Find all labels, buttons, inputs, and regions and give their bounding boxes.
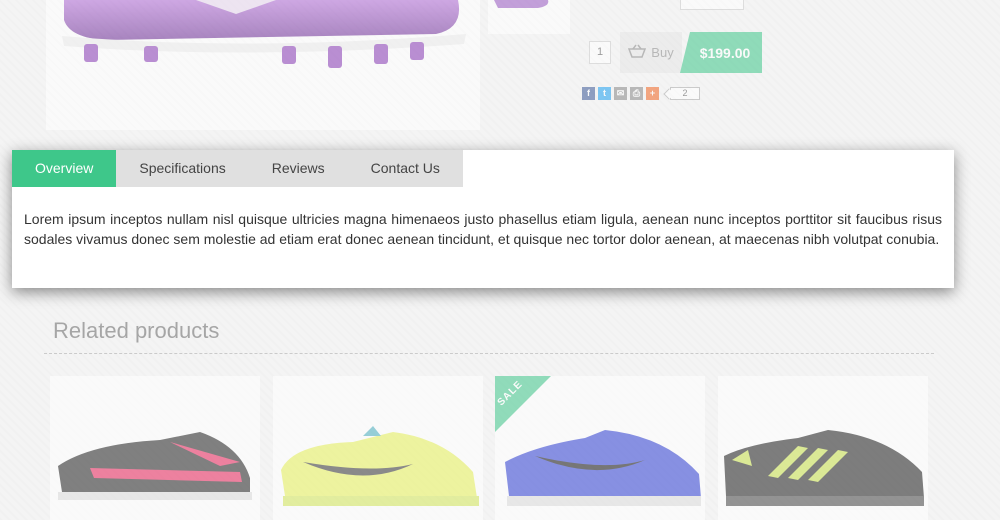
shoe-image [724,430,924,506]
size-select[interactable] [680,0,744,10]
facebook-icon[interactable]: f [582,86,595,100]
buy-button[interactable]: Buy [620,32,682,73]
tab-overview[interactable]: Overview [12,150,117,187]
price-value: $199.00 [699,44,751,61]
product-tabs-panel: Overview Specifications Reviews Contact … [12,150,954,288]
related-divider [44,353,934,354]
basket-icon [628,44,647,61]
related-product-3[interactable]: SALE [495,376,705,520]
product-thumbnail[interactable] [488,0,570,34]
buy-label: Buy [651,45,674,60]
print-icon[interactable]: ⎙ [630,86,643,100]
plus-icon[interactable]: + [646,86,659,100]
email-icon[interactable]: ✉ [614,86,627,100]
shoe-image [505,430,701,506]
shoe-image [58,432,252,500]
shoe-image [281,426,479,506]
related-product-2[interactable] [273,376,483,520]
share-count: 2 [670,86,700,100]
tab-contact-us[interactable]: Contact Us [347,150,463,187]
quantity-input[interactable]: 1 [589,41,611,64]
price-tag: $199.00 [680,32,762,73]
overview-text: Lorem ipsum inceptos nullam nisl quisque… [24,211,942,247]
related-product-1[interactable] [50,376,260,520]
related-products-title: Related products [53,318,220,343]
tab-specifications[interactable]: Specifications [116,150,249,187]
twitter-icon[interactable]: t [598,86,611,100]
share-bar: f t ✉ ⎙ + 2 [582,86,700,100]
product-main-image[interactable] [46,0,480,130]
related-product-4[interactable] [718,376,928,520]
tab-reviews[interactable]: Reviews [248,150,348,187]
tab-bar: Overview Specifications Reviews Contact … [12,150,954,187]
